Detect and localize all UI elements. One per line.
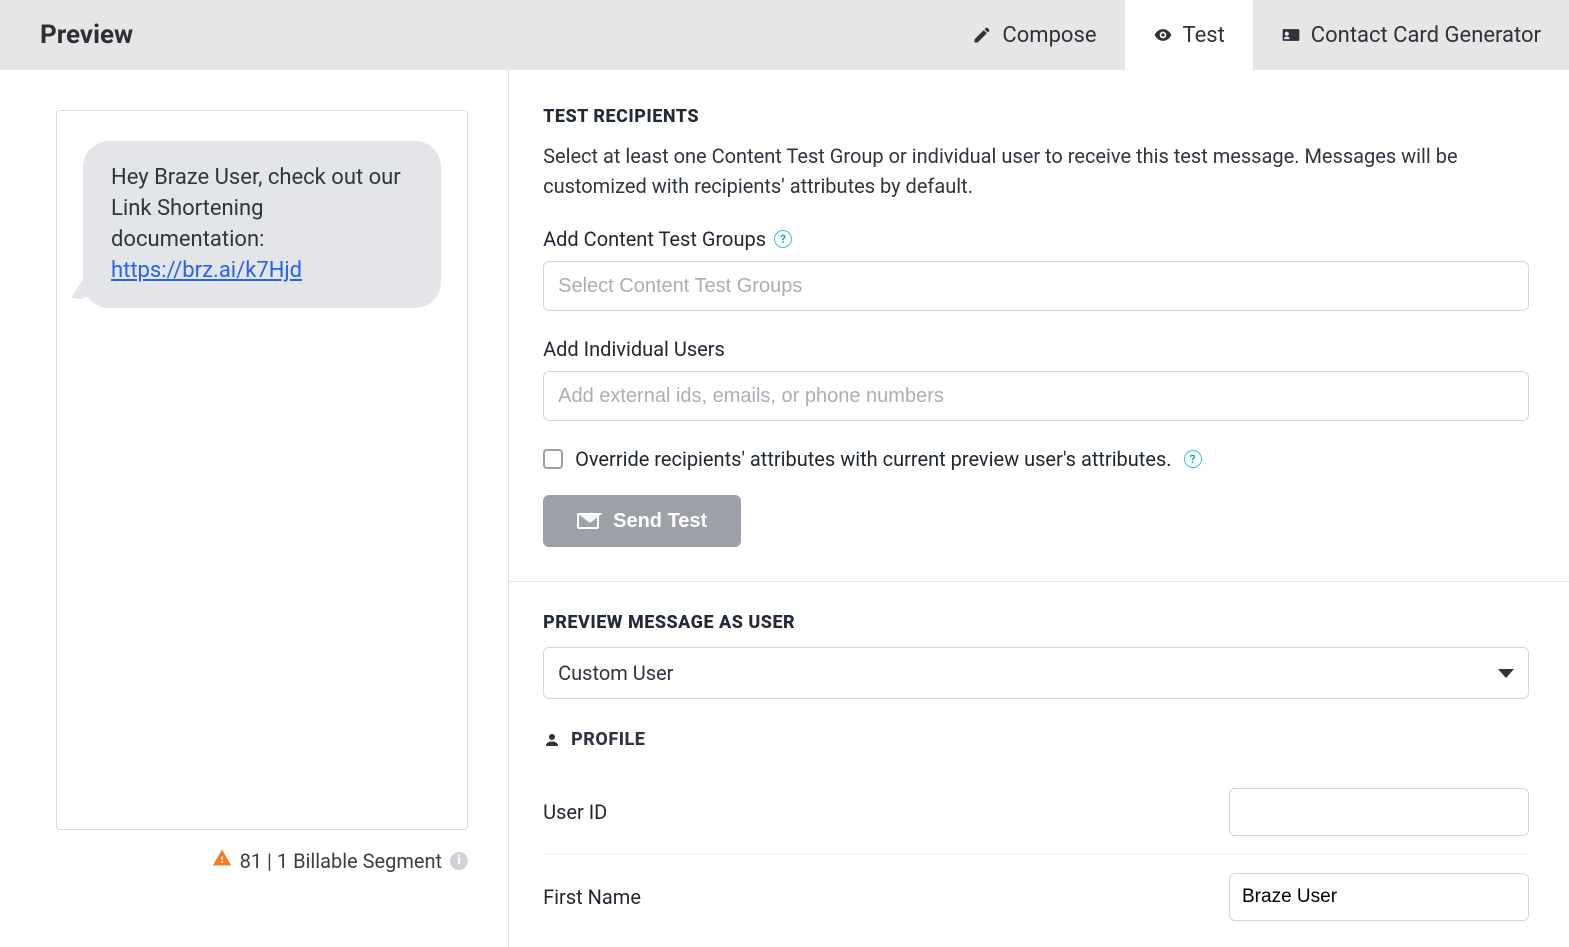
left-panel: Hey Braze User, check out our Link Short… bbox=[0, 70, 508, 947]
content-test-groups-label-text: Add Content Test Groups bbox=[543, 227, 766, 251]
profile-heading-text: PROFILE bbox=[571, 729, 645, 750]
send-test-button[interactable]: Send Test bbox=[543, 495, 741, 547]
info-icon[interactable]: i bbox=[450, 852, 468, 870]
tab-contact-card-label: Contact Card Generator bbox=[1311, 23, 1541, 48]
tabs: Compose Test Contact Card Generator bbox=[944, 0, 1569, 70]
profile-row-user-id: User ID bbox=[543, 770, 1529, 855]
pencil-icon bbox=[972, 25, 992, 45]
sms-text: Hey Braze User, check out our Link Short… bbox=[111, 165, 401, 252]
profile-heading: PROFILE bbox=[543, 729, 1529, 750]
user-id-label: User ID bbox=[543, 800, 1229, 824]
tab-contact-card[interactable]: Contact Card Generator bbox=[1253, 0, 1569, 70]
page-title: Preview bbox=[0, 20, 133, 50]
send-test-label: Send Test bbox=[613, 510, 707, 533]
profile-row-first-name: First Name bbox=[543, 855, 1529, 939]
envelope-icon bbox=[577, 513, 599, 529]
tab-test[interactable]: Test bbox=[1125, 0, 1253, 70]
user-id-input[interactable] bbox=[1229, 788, 1529, 836]
main: Hey Braze User, check out our Link Short… bbox=[0, 70, 1569, 947]
topbar: Preview Compose Test Contact Card Genera… bbox=[0, 0, 1569, 70]
preview-card: Hey Braze User, check out our Link Short… bbox=[56, 110, 468, 830]
preview-footer: 81 | 1 Billable Segment i bbox=[56, 848, 468, 873]
test-recipients-heading: TEST RECIPIENTS bbox=[543, 106, 1529, 127]
tab-test-label: Test bbox=[1183, 23, 1225, 48]
first-name-input[interactable] bbox=[1229, 873, 1529, 921]
tab-compose-label: Compose bbox=[1002, 23, 1096, 48]
sms-bubble: Hey Braze User, check out our Link Short… bbox=[83, 141, 441, 308]
user-icon bbox=[543, 731, 561, 749]
divider bbox=[509, 581, 1569, 582]
test-recipients-description: Select at least one Content Test Group o… bbox=[543, 141, 1529, 201]
help-icon[interactable]: ? bbox=[774, 230, 792, 248]
preview-user-select[interactable]: Custom User bbox=[543, 647, 1529, 699]
individual-users-label: Add Individual Users bbox=[543, 337, 1529, 361]
individual-users-label-text: Add Individual Users bbox=[543, 337, 725, 361]
caret-down-icon bbox=[1498, 669, 1514, 678]
footer-count: 81 | 1 Billable Segment bbox=[240, 849, 443, 873]
id-card-icon bbox=[1281, 25, 1301, 45]
preview-as-user-heading: PREVIEW MESSAGE AS USER bbox=[543, 612, 1529, 633]
individual-users-block: Add Individual Users bbox=[543, 337, 1529, 421]
individual-users-input[interactable] bbox=[543, 371, 1529, 421]
warning-icon bbox=[212, 848, 232, 873]
override-checkbox[interactable] bbox=[543, 449, 563, 469]
override-label: Override recipients' attributes with cur… bbox=[575, 447, 1171, 471]
help-icon[interactable]: ? bbox=[1184, 450, 1202, 468]
override-row: Override recipients' attributes with cur… bbox=[543, 447, 1529, 471]
content-test-groups-block: Add Content Test Groups ? bbox=[543, 227, 1529, 311]
content-test-groups-input[interactable] bbox=[543, 261, 1529, 311]
sms-link[interactable]: https://brz.ai/k7Hjd bbox=[111, 258, 302, 283]
tab-compose[interactable]: Compose bbox=[944, 0, 1124, 70]
eye-icon bbox=[1153, 25, 1173, 45]
right-panel: TEST RECIPIENTS Select at least one Cont… bbox=[508, 70, 1569, 947]
content-test-groups-label: Add Content Test Groups ? bbox=[543, 227, 1529, 251]
first-name-label: First Name bbox=[543, 885, 1229, 909]
preview-user-select-value: Custom User bbox=[558, 661, 673, 685]
